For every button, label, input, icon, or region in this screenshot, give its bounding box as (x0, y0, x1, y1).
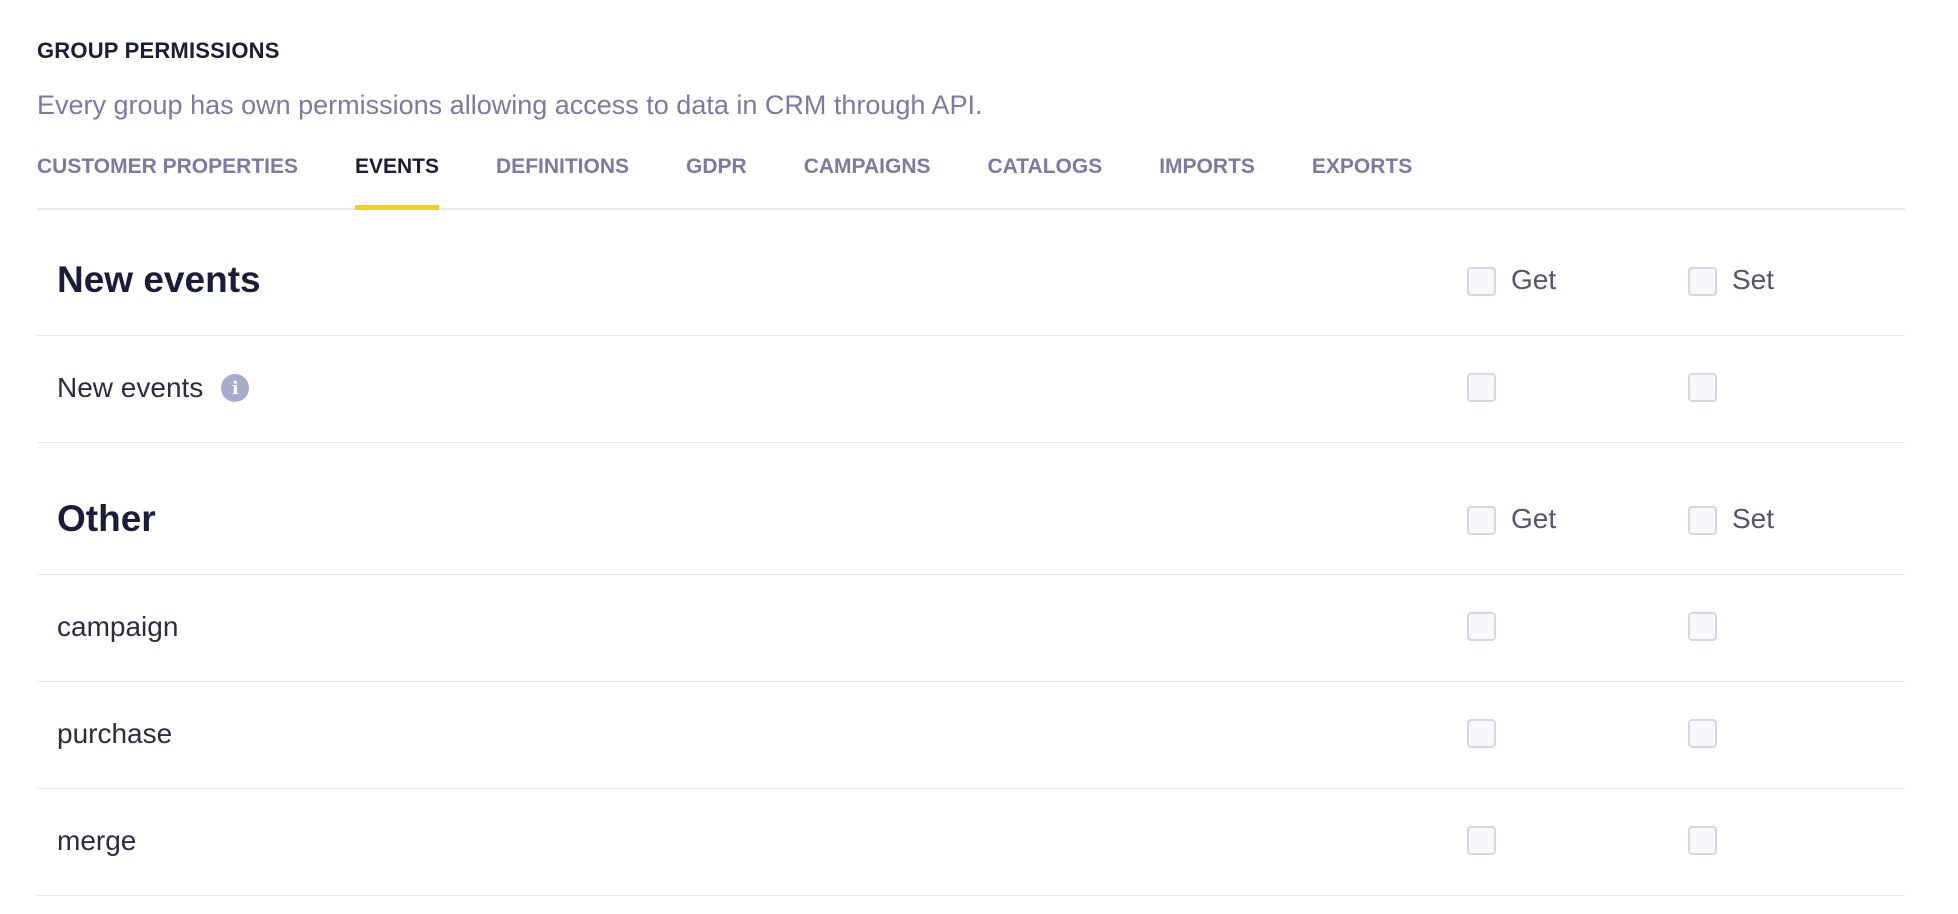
set-checkbox[interactable] (1688, 719, 1717, 748)
group-permissions-page: GROUP PERMISSIONS Every group has own pe… (0, 0, 1958, 914)
permission-row-campaign: campaign (37, 575, 1905, 682)
page-title: GROUP PERMISSIONS (37, 38, 280, 63)
row-label: merge (57, 825, 137, 856)
permission-row-merge: merge (37, 789, 1905, 896)
set-column-label: Set (1732, 264, 1775, 295)
set-checkbox[interactable] (1688, 612, 1717, 641)
permission-row-purchase: purchase (37, 682, 1905, 789)
row-label: campaign (57, 611, 179, 642)
section-title: New events (57, 259, 261, 300)
tab-catalogs[interactable]: CATALOGS (988, 156, 1103, 208)
tab-events[interactable]: EVENTS (354, 156, 440, 210)
permissions-table: New events Get Set New events i Other Ge… (37, 229, 1905, 896)
section-header-new-events: New events Get Set (37, 229, 1905, 336)
get-column-label: Get (1511, 503, 1557, 534)
get-checkbox[interactable] (1467, 826, 1496, 855)
set-checkbox[interactable] (1688, 373, 1717, 402)
info-icon[interactable]: i (221, 374, 250, 402)
section-header-other: Other Get Set (37, 468, 1905, 575)
tab-definitions[interactable]: DEFINITIONS (496, 156, 629, 208)
tab-gdpr[interactable]: GDPR (686, 156, 747, 208)
tab-exports[interactable]: EXPORTS (1312, 156, 1412, 208)
get-column-label: Get (1511, 264, 1557, 295)
row-label-wrapper: New events i (57, 372, 250, 404)
select-all-set-checkbox[interactable] (1688, 506, 1717, 535)
select-all-get-checkbox[interactable] (1467, 506, 1496, 535)
select-all-set-checkbox[interactable] (1688, 267, 1717, 296)
row-label: New events (57, 372, 204, 403)
set-column-label: Set (1732, 503, 1775, 534)
get-checkbox[interactable] (1467, 719, 1496, 748)
section-title: Other (57, 498, 156, 539)
row-label: purchase (57, 718, 173, 749)
permission-tabs: CUSTOMER PROPERTIES EVENTS DEFINITIONS G… (37, 156, 1905, 210)
tab-customer-properties[interactable]: CUSTOMER PROPERTIES (37, 156, 298, 208)
tab-campaigns[interactable]: CAMPAIGNS (804, 156, 931, 208)
page-description: Every group has own permissions allowing… (37, 90, 983, 120)
select-all-get-checkbox[interactable] (1467, 267, 1496, 296)
permission-row-new-events: New events i (37, 336, 1905, 443)
get-checkbox[interactable] (1467, 612, 1496, 641)
tab-imports[interactable]: IMPORTS (1159, 156, 1255, 208)
get-checkbox[interactable] (1467, 373, 1496, 402)
set-checkbox[interactable] (1688, 826, 1717, 855)
